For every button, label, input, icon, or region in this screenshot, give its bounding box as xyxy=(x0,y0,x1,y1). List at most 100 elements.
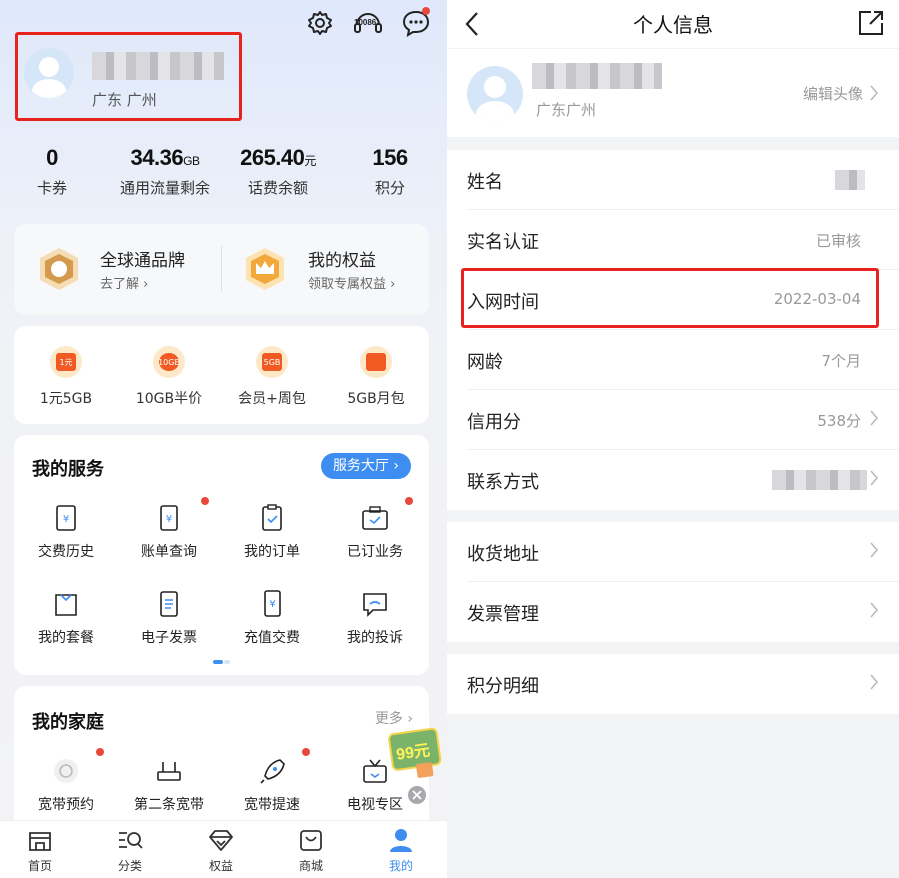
10086-headset-icon[interactable]: 10086 xyxy=(352,7,384,39)
close-icon[interactable] xyxy=(406,784,428,806)
tab-home[interactable]: 首页 xyxy=(10,827,70,874)
services-card: 我的服务 服务大厅 › ¥ 交费历史 ¥ 账单查询 我的订单 已订业务 我的套餐 电… xyxy=(14,435,429,675)
broadband-icon xyxy=(52,748,104,786)
red-packet-icon xyxy=(360,346,392,378)
page-title: 个人信息 xyxy=(633,13,713,37)
promo-1yuan-5gb[interactable]: 1元 1元5GB xyxy=(26,346,106,408)
home-icon xyxy=(27,827,53,853)
gift-box-icon xyxy=(415,762,434,779)
svg-text:¥: ¥ xyxy=(63,514,69,525)
row-name[interactable]: 姓名 xyxy=(447,150,899,210)
promo-card: 1元 1元5GB 10GB 10GB半价 5GB 会员+周包 5GB月包 xyxy=(14,326,429,424)
stat-balance[interactable]: 265.40元 话费余额 xyxy=(228,145,328,198)
payment-history-icon: ¥ xyxy=(52,503,80,533)
chevron-right-icon xyxy=(870,470,879,486)
highlight-box xyxy=(15,32,242,121)
row-invoice-management[interactable]: 发票管理 xyxy=(447,582,899,642)
brand-title[interactable]: 全球通品牌 xyxy=(100,246,185,271)
bottom-tab-bar: 首页 分类 权益 商城 我的 xyxy=(0,820,447,878)
floating-promo-badge[interactable]: 99元 xyxy=(387,721,447,782)
promo-10gb-half[interactable]: 10GB 10GB半价 xyxy=(129,346,209,408)
row-network-age[interactable]: 网龄 7个月 xyxy=(447,330,899,390)
family-card: 我的家庭 更多 › 宽带预约 第二条宽带 宽带提速 电视专区 xyxy=(14,686,429,836)
clipboard-icon xyxy=(258,503,286,533)
svc-payment-history[interactable]: ¥ 交费历史 xyxy=(16,503,116,561)
family-speed-up[interactable]: 宽带提速 xyxy=(222,748,322,814)
nav-bar: 个人信息 xyxy=(447,0,899,48)
tab-mall[interactable]: 商城 xyxy=(281,827,341,874)
row-verification[interactable]: 实名认证 已审核 xyxy=(447,210,899,270)
bill-icon: ¥ xyxy=(155,497,209,533)
hotline-number: 10086 xyxy=(354,18,377,27)
chevron-right-icon xyxy=(870,410,879,426)
profile-header[interactable]: 广东广州 编辑头像 xyxy=(447,49,899,137)
promo-member-weekly[interactable]: 5GB 会员+周包 xyxy=(232,346,312,408)
svc-my-orders[interactable]: 我的订单 xyxy=(222,503,322,561)
profile-location: 广东广州 xyxy=(536,101,597,119)
svc-e-invoice[interactable]: 电子发票 xyxy=(119,589,219,647)
masked-name xyxy=(532,63,662,89)
rights-title[interactable]: 我的权益 xyxy=(308,246,376,271)
chevron-right-icon xyxy=(870,85,879,101)
unread-dot xyxy=(422,7,430,15)
chevron-right-icon xyxy=(870,674,879,690)
tv-icon xyxy=(361,756,389,786)
rocket-icon xyxy=(258,748,310,786)
svc-bill-query[interactable]: ¥ 账单查询 xyxy=(119,497,219,561)
svg-text:¥: ¥ xyxy=(166,514,172,525)
user-icon xyxy=(388,827,414,853)
row-shipping-address[interactable]: 收货地址 xyxy=(447,522,899,582)
gift-icon: 5GB xyxy=(256,346,288,378)
diamond-icon xyxy=(208,827,234,853)
svc-complaint[interactable]: 我的投诉 xyxy=(325,589,425,647)
phone-recharge-icon: ¥ xyxy=(258,589,286,619)
router-icon xyxy=(155,756,183,786)
invoice-icon xyxy=(155,589,183,619)
row-credit-score[interactable]: 信用分 538分 xyxy=(447,390,899,450)
masked-contact-value xyxy=(772,470,867,490)
crown-icon xyxy=(242,246,288,292)
svg-text:¥: ¥ xyxy=(269,599,275,610)
row-contact[interactable]: 联系方式 xyxy=(447,450,899,510)
personal-info-screen: 个人信息 广东广州 编辑头像 姓名 实名认证 已审核 入网时间 2022-03-… xyxy=(447,0,899,878)
masked-name-value xyxy=(835,170,865,190)
promo-5gb-monthly[interactable]: 5GB月包 xyxy=(336,346,416,408)
bag-icon xyxy=(52,589,80,619)
coupon-icon: 1元 xyxy=(50,346,82,378)
brand-link[interactable]: 去了解 › xyxy=(100,273,148,292)
stat-coupons[interactable]: 0 卡券 xyxy=(12,145,92,198)
family-title: 我的家庭 xyxy=(32,712,104,733)
edit-avatar-link[interactable]: 编辑头像 xyxy=(803,83,863,104)
avatar[interactable] xyxy=(467,66,523,122)
chevron-right-icon xyxy=(870,602,879,618)
svc-my-plan[interactable]: 我的套餐 xyxy=(16,589,116,647)
family-second-broadband[interactable]: 第二条宽带 xyxy=(119,756,219,814)
stat-data-remaining[interactable]: 34.36GB 通用流量剩余 xyxy=(110,145,220,198)
tab-mine[interactable]: 我的 xyxy=(371,827,431,874)
family-broadband-booking[interactable]: 宽带预约 xyxy=(16,748,116,814)
account-screen: 10086 广东 广州 0 卡券 34.36GB 通用流量剩余 265.40元 … xyxy=(0,0,447,878)
divider xyxy=(221,246,222,292)
highlight-box xyxy=(461,268,879,328)
shopping-bag-icon xyxy=(298,827,324,853)
gear-icon[interactable] xyxy=(304,7,336,39)
data-pack-icon: 10GB xyxy=(153,346,185,378)
chevron-right-icon xyxy=(870,542,879,558)
global-brand-icon xyxy=(36,246,82,292)
message-icon[interactable] xyxy=(400,7,432,39)
tab-category[interactable]: 分类 xyxy=(100,827,160,874)
row-points-detail[interactable]: 积分明细 xyxy=(447,654,899,714)
category-search-icon xyxy=(117,827,143,853)
svc-recharge[interactable]: ¥ 充值交费 xyxy=(222,589,322,647)
complaint-icon xyxy=(361,589,389,619)
brand-card: 全球通品牌 去了解 › 我的权益 领取专属权益 › xyxy=(14,224,429,315)
services-title: 我的服务 xyxy=(32,459,104,480)
svc-subscribed[interactable]: 已订业务 xyxy=(325,497,425,561)
page-indicator xyxy=(213,660,223,664)
stat-points[interactable]: 156 积分 xyxy=(350,145,430,198)
tab-benefits[interactable]: 权益 xyxy=(191,827,251,874)
rights-link[interactable]: 领取专属权益 › xyxy=(308,273,395,292)
service-hall-button[interactable]: 服务大厅 › xyxy=(320,453,411,479)
share-icon[interactable] xyxy=(857,9,885,37)
briefcase-icon xyxy=(361,497,413,533)
